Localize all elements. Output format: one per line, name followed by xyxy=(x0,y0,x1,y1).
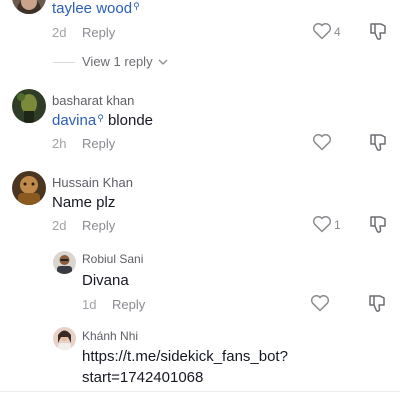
reply-button[interactable]: Reply xyxy=(82,25,115,40)
comment-author[interactable]: basharat khan xyxy=(52,93,134,108)
reply-link-line-1[interactable]: https://t.me/sidekick_fans_bot? xyxy=(82,346,288,367)
comment-author[interactable]: Hussain Khan xyxy=(52,175,133,190)
view-replies-button[interactable]: View 1 reply xyxy=(82,54,168,69)
search-mention-icon: ⚲ xyxy=(97,113,104,123)
comment-time: 2d xyxy=(52,218,67,233)
mention-link[interactable]: davina xyxy=(52,112,96,129)
comment-text: Name plz xyxy=(52,194,116,211)
comment-time: 2h xyxy=(52,136,67,151)
heart-outline-icon[interactable] xyxy=(312,215,332,233)
reply-time: 1d xyxy=(82,297,97,312)
search-mention-icon: ⚲ xyxy=(133,1,140,11)
heart-outline-icon[interactable] xyxy=(312,22,332,40)
reply-button[interactable]: Reply xyxy=(82,218,115,233)
reply-text: Divana xyxy=(82,272,129,289)
dislike-icon[interactable] xyxy=(369,133,387,153)
comment-author-mention[interactable]: taylee wood⚲ xyxy=(52,0,140,19)
reply-button[interactable]: Reply xyxy=(112,297,145,312)
divider-line xyxy=(53,62,75,63)
avatar-basharat-khan[interactable] xyxy=(12,89,46,123)
avatar-hussain-khan[interactable] xyxy=(12,171,46,205)
dislike-icon[interactable] xyxy=(369,215,387,235)
reply-link-line-2[interactable]: start=1742401068 xyxy=(82,367,288,388)
dislike-icon[interactable] xyxy=(369,22,387,42)
comment-text: davina⚲ blonde xyxy=(52,110,153,131)
like-count: 4 xyxy=(334,25,341,39)
dislike-icon[interactable] xyxy=(368,294,386,314)
comment-time: 2d xyxy=(52,25,67,40)
like-count: 1 xyxy=(334,218,341,232)
author-name[interactable]: taylee wood xyxy=(52,0,132,17)
chevron-down-icon xyxy=(158,59,168,65)
reply-author[interactable]: Robiul Sani xyxy=(82,252,143,266)
avatar-taylee-wood[interactable] xyxy=(12,0,46,14)
bottom-divider xyxy=(0,391,400,392)
avatar-robiul-sani[interactable] xyxy=(53,251,76,274)
reply-author[interactable]: Khánh Nhi xyxy=(82,329,138,343)
reply-button[interactable]: Reply xyxy=(82,136,115,151)
heart-outline-icon[interactable] xyxy=(310,294,330,312)
heart-outline-icon[interactable] xyxy=(312,133,332,151)
avatar-khanh-nhi[interactable] xyxy=(53,327,76,350)
reply-text: https://t.me/sidekick_fans_bot? start=17… xyxy=(82,346,288,388)
comment-body: blonde xyxy=(107,112,154,129)
view-replies-label: View 1 reply xyxy=(82,54,153,69)
